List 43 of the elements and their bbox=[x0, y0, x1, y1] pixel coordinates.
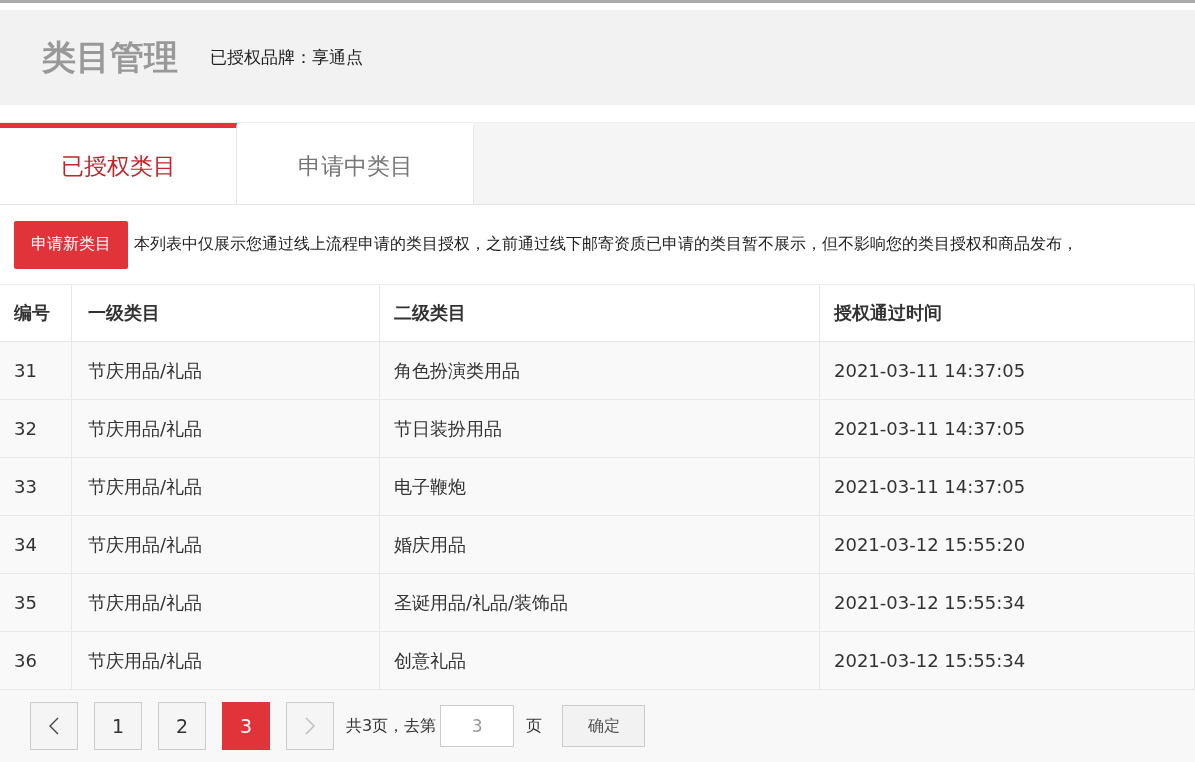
column-header: 二级类目 bbox=[380, 285, 820, 342]
page-unit: 页 bbox=[526, 715, 543, 737]
table-cell: 31 bbox=[0, 342, 72, 400]
page-summary: 共3页，去第 bbox=[346, 715, 437, 737]
table-cell: 节庆用品/礼品 bbox=[72, 458, 380, 516]
table-cell: 2021-03-11 14:37:05 bbox=[820, 342, 1195, 400]
table-cell: 圣诞用品/礼品/装饰品 bbox=[380, 574, 820, 632]
table-cell: 34 bbox=[0, 516, 72, 574]
table-cell: 2021-03-12 15:55:34 bbox=[820, 632, 1195, 690]
tab[interactable]: 已授权类目 bbox=[0, 123, 237, 204]
column-header: 编号 bbox=[0, 285, 72, 342]
prev-page-button[interactable] bbox=[30, 702, 78, 750]
page-button[interactable]: 2 bbox=[158, 702, 206, 750]
table-cell: 节庆用品/礼品 bbox=[72, 516, 380, 574]
table-cell: 节庆用品/礼品 bbox=[72, 400, 380, 458]
column-header: 授权通过时间 bbox=[820, 285, 1195, 342]
table-cell: 电子鞭炮 bbox=[380, 458, 820, 516]
tab[interactable]: 申请中类目 bbox=[237, 123, 474, 204]
table-cell: 35 bbox=[0, 574, 72, 632]
table-cell: 2021-03-12 15:55:20 bbox=[820, 516, 1195, 574]
table-cell: 创意礼品 bbox=[380, 632, 820, 690]
table-cell: 角色扮演类用品 bbox=[380, 342, 820, 400]
table-cell: 节日装扮用品 bbox=[380, 400, 820, 458]
table-cell: 节庆用品/礼品 bbox=[72, 574, 380, 632]
table-cell: 36 bbox=[0, 632, 72, 690]
table-cell: 节庆用品/礼品 bbox=[72, 342, 380, 400]
page-button[interactable]: 1 bbox=[94, 702, 142, 750]
column-header: 一级类目 bbox=[72, 285, 380, 342]
table-cell: 节庆用品/礼品 bbox=[72, 632, 380, 690]
table-cell: 32 bbox=[0, 400, 72, 458]
page-title: 类目管理 bbox=[42, 35, 178, 79]
table-cell: 2021-03-11 14:37:05 bbox=[820, 400, 1195, 458]
confirm-button[interactable]: 确定 bbox=[562, 705, 646, 747]
table-cell: 婚庆用品 bbox=[380, 516, 820, 574]
notice-text: 本列表中仅展示您通过线上流程申请的类目授权，之前通过线下邮寄资质已申请的类目暂不展示，但不影响您的类目授权和商品发布， bbox=[134, 234, 1078, 255]
table-cell: 33 bbox=[0, 458, 72, 516]
page-button[interactable]: 3 bbox=[222, 702, 270, 750]
chevron-right-icon bbox=[305, 717, 315, 735]
table-cell: 2021-03-12 15:55:34 bbox=[820, 574, 1195, 632]
table-cell: 2021-03-11 14:37:05 bbox=[820, 458, 1195, 516]
chevron-left-icon bbox=[49, 717, 59, 735]
brand-label: 已授权品牌：享通点 bbox=[210, 46, 363, 69]
apply-button[interactable]: 申请新类目 bbox=[14, 220, 128, 269]
